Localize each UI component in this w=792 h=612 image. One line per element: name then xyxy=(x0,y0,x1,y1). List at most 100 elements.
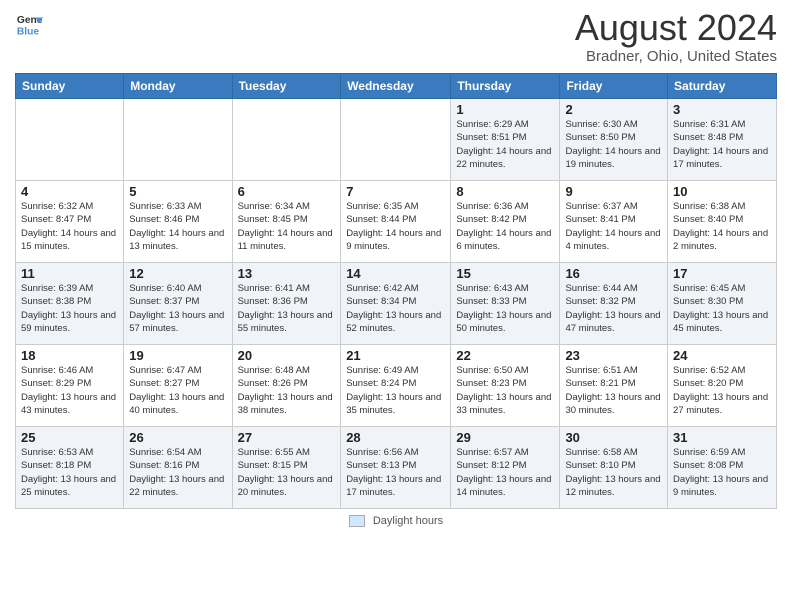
day-cell: 17Sunrise: 6:45 AM Sunset: 8:30 PM Dayli… xyxy=(668,263,777,345)
day-number: 20 xyxy=(238,348,336,363)
day-number: 13 xyxy=(238,266,336,281)
day-cell: 20Sunrise: 6:48 AM Sunset: 8:26 PM Dayli… xyxy=(232,345,341,427)
day-cell: 25Sunrise: 6:53 AM Sunset: 8:18 PM Dayli… xyxy=(16,427,124,509)
day-number: 1 xyxy=(456,102,554,117)
header: General Blue August 2024 Bradner, Ohio, … xyxy=(15,10,777,65)
day-info: Sunrise: 6:48 AM Sunset: 8:26 PM Dayligh… xyxy=(238,364,336,417)
day-info: Sunrise: 6:29 AM Sunset: 8:51 PM Dayligh… xyxy=(456,118,554,171)
day-info: Sunrise: 6:57 AM Sunset: 8:12 PM Dayligh… xyxy=(456,446,554,499)
day-cell: 6Sunrise: 6:34 AM Sunset: 8:45 PM Daylig… xyxy=(232,181,341,263)
day-info: Sunrise: 6:38 AM Sunset: 8:40 PM Dayligh… xyxy=(673,200,771,253)
day-info: Sunrise: 6:43 AM Sunset: 8:33 PM Dayligh… xyxy=(456,282,554,335)
day-cell: 18Sunrise: 6:46 AM Sunset: 8:29 PM Dayli… xyxy=(16,345,124,427)
day-info: Sunrise: 6:52 AM Sunset: 8:20 PM Dayligh… xyxy=(673,364,771,417)
day-number: 29 xyxy=(456,430,554,445)
day-cell: 12Sunrise: 6:40 AM Sunset: 8:37 PM Dayli… xyxy=(124,263,232,345)
day-info: Sunrise: 6:47 AM Sunset: 8:27 PM Dayligh… xyxy=(129,364,226,417)
svg-text:Blue: Blue xyxy=(17,26,40,37)
day-info: Sunrise: 6:45 AM Sunset: 8:30 PM Dayligh… xyxy=(673,282,771,335)
week-row-5: 25Sunrise: 6:53 AM Sunset: 8:18 PM Dayli… xyxy=(16,427,777,509)
day-info: Sunrise: 6:50 AM Sunset: 8:23 PM Dayligh… xyxy=(456,364,554,417)
day-cell xyxy=(124,99,232,181)
day-number: 9 xyxy=(565,184,662,199)
day-cell: 27Sunrise: 6:55 AM Sunset: 8:15 PM Dayli… xyxy=(232,427,341,509)
day-info: Sunrise: 6:40 AM Sunset: 8:37 PM Dayligh… xyxy=(129,282,226,335)
day-header-saturday: Saturday xyxy=(668,74,777,99)
day-header-monday: Monday xyxy=(124,74,232,99)
day-number: 27 xyxy=(238,430,336,445)
day-cell: 29Sunrise: 6:57 AM Sunset: 8:12 PM Dayli… xyxy=(451,427,560,509)
day-cell: 3Sunrise: 6:31 AM Sunset: 8:48 PM Daylig… xyxy=(668,99,777,181)
day-cell: 11Sunrise: 6:39 AM Sunset: 8:38 PM Dayli… xyxy=(16,263,124,345)
footer: Daylight hours xyxy=(15,515,777,527)
day-cell: 8Sunrise: 6:36 AM Sunset: 8:42 PM Daylig… xyxy=(451,181,560,263)
day-info: Sunrise: 6:59 AM Sunset: 8:08 PM Dayligh… xyxy=(673,446,771,499)
day-info: Sunrise: 6:46 AM Sunset: 8:29 PM Dayligh… xyxy=(21,364,118,417)
day-header-row: SundayMondayTuesdayWednesdayThursdayFrid… xyxy=(16,74,777,99)
day-number: 8 xyxy=(456,184,554,199)
calendar-table: SundayMondayTuesdayWednesdayThursdayFrid… xyxy=(15,73,777,509)
day-info: Sunrise: 6:32 AM Sunset: 8:47 PM Dayligh… xyxy=(21,200,118,253)
day-info: Sunrise: 6:39 AM Sunset: 8:38 PM Dayligh… xyxy=(21,282,118,335)
day-info: Sunrise: 6:33 AM Sunset: 8:46 PM Dayligh… xyxy=(129,200,226,253)
day-number: 24 xyxy=(673,348,771,363)
logo: General Blue xyxy=(15,10,43,38)
day-header-wednesday: Wednesday xyxy=(341,74,451,99)
day-info: Sunrise: 6:34 AM Sunset: 8:45 PM Dayligh… xyxy=(238,200,336,253)
day-number: 2 xyxy=(565,102,662,117)
day-cell: 2Sunrise: 6:30 AM Sunset: 8:50 PM Daylig… xyxy=(560,99,668,181)
day-cell: 7Sunrise: 6:35 AM Sunset: 8:44 PM Daylig… xyxy=(341,181,451,263)
day-number: 15 xyxy=(456,266,554,281)
day-number: 25 xyxy=(21,430,118,445)
legend-label: Daylight hours xyxy=(373,515,443,527)
day-number: 4 xyxy=(21,184,118,199)
day-number: 12 xyxy=(129,266,226,281)
page-container: General Blue August 2024 Bradner, Ohio, … xyxy=(0,0,792,537)
day-cell: 15Sunrise: 6:43 AM Sunset: 8:33 PM Dayli… xyxy=(451,263,560,345)
day-number: 28 xyxy=(346,430,445,445)
day-cell: 4Sunrise: 6:32 AM Sunset: 8:47 PM Daylig… xyxy=(16,181,124,263)
day-header-thursday: Thursday xyxy=(451,74,560,99)
day-info: Sunrise: 6:58 AM Sunset: 8:10 PM Dayligh… xyxy=(565,446,662,499)
day-number: 11 xyxy=(21,266,118,281)
day-cell: 1Sunrise: 6:29 AM Sunset: 8:51 PM Daylig… xyxy=(451,99,560,181)
day-cell: 19Sunrise: 6:47 AM Sunset: 8:27 PM Dayli… xyxy=(124,345,232,427)
day-number: 21 xyxy=(346,348,445,363)
day-info: Sunrise: 6:56 AM Sunset: 8:13 PM Dayligh… xyxy=(346,446,445,499)
day-cell: 23Sunrise: 6:51 AM Sunset: 8:21 PM Dayli… xyxy=(560,345,668,427)
logo-icon: General Blue xyxy=(15,10,43,38)
day-cell: 13Sunrise: 6:41 AM Sunset: 8:36 PM Dayli… xyxy=(232,263,341,345)
week-row-2: 4Sunrise: 6:32 AM Sunset: 8:47 PM Daylig… xyxy=(16,181,777,263)
day-info: Sunrise: 6:36 AM Sunset: 8:42 PM Dayligh… xyxy=(456,200,554,253)
day-number: 23 xyxy=(565,348,662,363)
day-header-tuesday: Tuesday xyxy=(232,74,341,99)
day-cell: 14Sunrise: 6:42 AM Sunset: 8:34 PM Dayli… xyxy=(341,263,451,345)
day-cell: 5Sunrise: 6:33 AM Sunset: 8:46 PM Daylig… xyxy=(124,181,232,263)
day-number: 30 xyxy=(565,430,662,445)
day-cell: 10Sunrise: 6:38 AM Sunset: 8:40 PM Dayli… xyxy=(668,181,777,263)
location: Bradner, Ohio, United States xyxy=(575,48,777,65)
day-info: Sunrise: 6:42 AM Sunset: 8:34 PM Dayligh… xyxy=(346,282,445,335)
day-info: Sunrise: 6:51 AM Sunset: 8:21 PM Dayligh… xyxy=(565,364,662,417)
day-info: Sunrise: 6:54 AM Sunset: 8:16 PM Dayligh… xyxy=(129,446,226,499)
week-row-1: 1Sunrise: 6:29 AM Sunset: 8:51 PM Daylig… xyxy=(16,99,777,181)
day-number: 3 xyxy=(673,102,771,117)
day-info: Sunrise: 6:30 AM Sunset: 8:50 PM Dayligh… xyxy=(565,118,662,171)
day-number: 19 xyxy=(129,348,226,363)
legend-box xyxy=(349,515,365,527)
week-row-3: 11Sunrise: 6:39 AM Sunset: 8:38 PM Dayli… xyxy=(16,263,777,345)
day-info: Sunrise: 6:31 AM Sunset: 8:48 PM Dayligh… xyxy=(673,118,771,171)
day-cell: 16Sunrise: 6:44 AM Sunset: 8:32 PM Dayli… xyxy=(560,263,668,345)
month-title: August 2024 xyxy=(575,10,777,46)
day-info: Sunrise: 6:44 AM Sunset: 8:32 PM Dayligh… xyxy=(565,282,662,335)
day-number: 17 xyxy=(673,266,771,281)
day-cell: 28Sunrise: 6:56 AM Sunset: 8:13 PM Dayli… xyxy=(341,427,451,509)
week-row-4: 18Sunrise: 6:46 AM Sunset: 8:29 PM Dayli… xyxy=(16,345,777,427)
day-cell: 26Sunrise: 6:54 AM Sunset: 8:16 PM Dayli… xyxy=(124,427,232,509)
day-number: 18 xyxy=(21,348,118,363)
day-cell xyxy=(16,99,124,181)
day-number: 6 xyxy=(238,184,336,199)
day-cell: 21Sunrise: 6:49 AM Sunset: 8:24 PM Dayli… xyxy=(341,345,451,427)
day-cell: 30Sunrise: 6:58 AM Sunset: 8:10 PM Dayli… xyxy=(560,427,668,509)
day-number: 14 xyxy=(346,266,445,281)
